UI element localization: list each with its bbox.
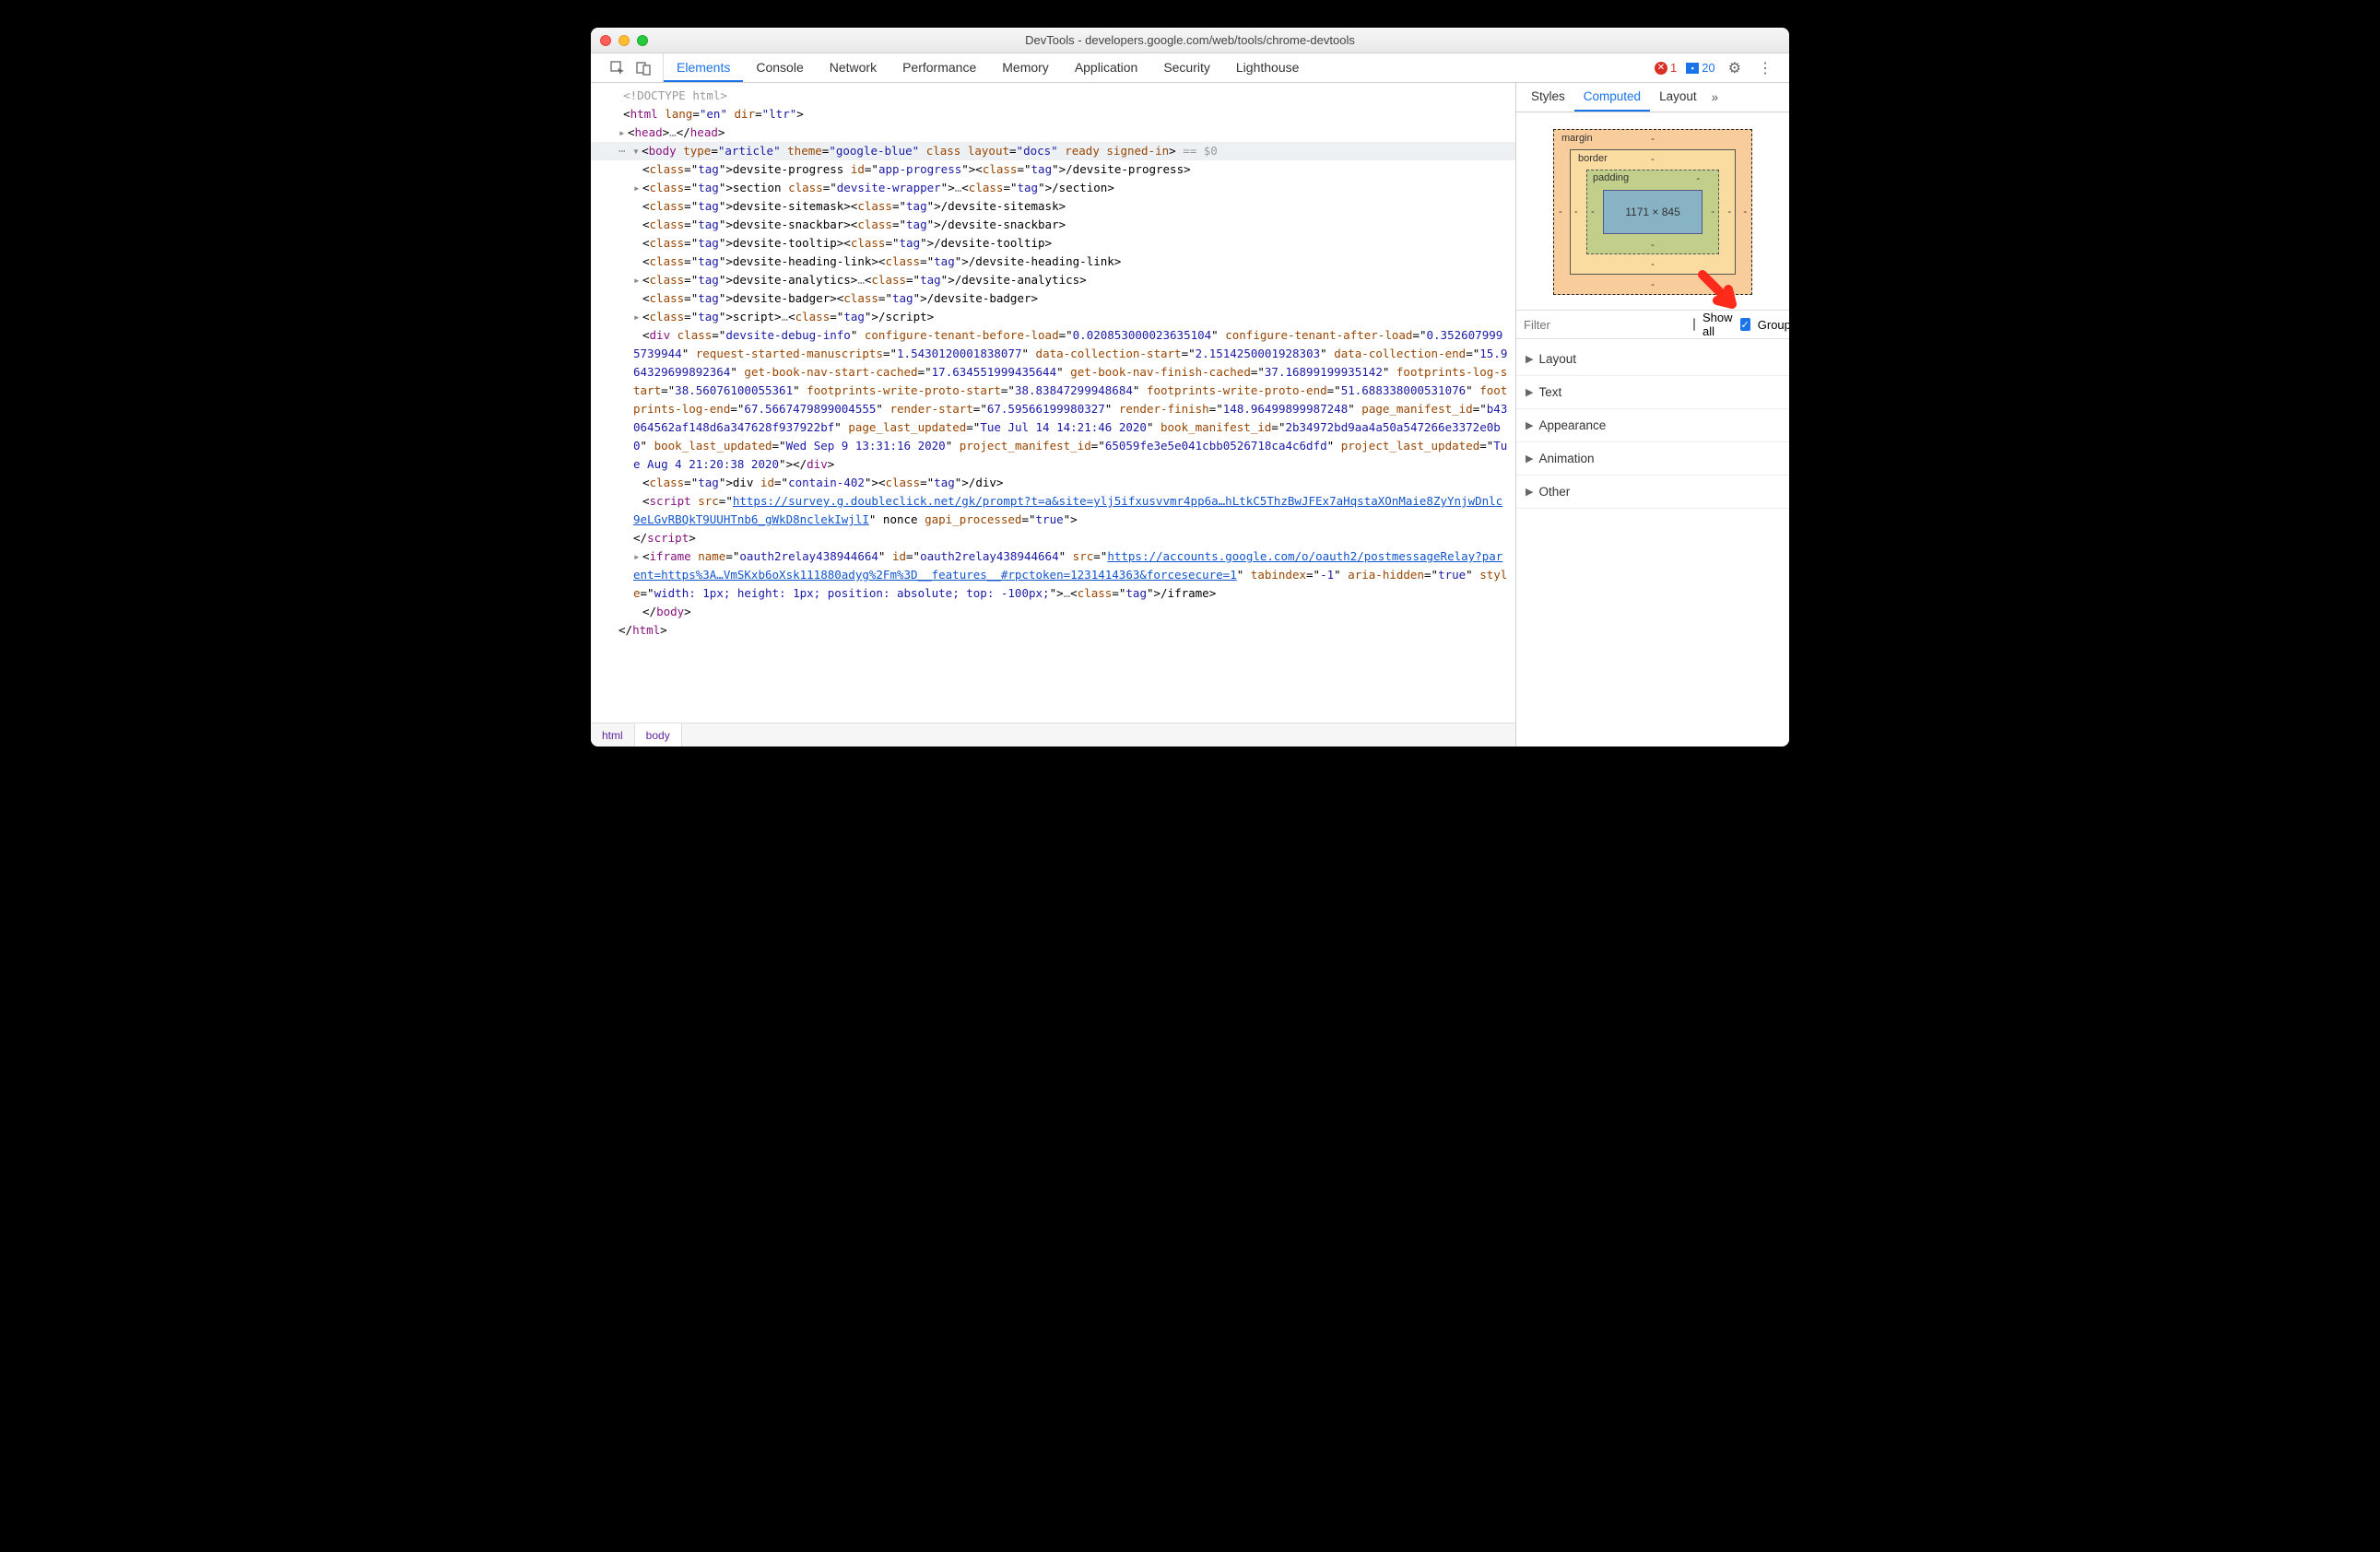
group-animation[interactable]: ▶Animation xyxy=(1516,442,1789,476)
chevron-right-icon: ▶ xyxy=(1526,453,1533,464)
devtools-window: DevTools - developers.google.com/web/too… xyxy=(591,28,1789,747)
maximize-icon[interactable] xyxy=(637,35,648,46)
dom-line[interactable]: </body> xyxy=(591,603,1515,621)
group-appearance[interactable]: ▶Appearance xyxy=(1516,409,1789,442)
dom-line[interactable]: ▸<head>…</head> xyxy=(591,123,1515,142)
content-area: <!DOCTYPE html> <html lang="en" dir="ltr… xyxy=(591,83,1789,747)
dom-line[interactable]: ▸<class="tag">section class="devsite-wra… xyxy=(591,179,1515,197)
chevron-right-icon: ▶ xyxy=(1526,419,1533,431)
box-model: margin - - - - border - - - - paddin xyxy=(1516,112,1789,310)
elements-panel: <!DOCTYPE html> <html lang="en" dir="ltr… xyxy=(591,83,1516,747)
group-label: Group xyxy=(1758,318,1789,332)
chevron-right-icon: ▶ xyxy=(1526,386,1533,398)
show-all-label: Show all xyxy=(1703,311,1733,338)
inspect-icon[interactable] xyxy=(609,60,626,76)
group-other[interactable]: ▶Other xyxy=(1516,476,1789,509)
dom-line[interactable]: <class="tag">devsite-sitemask><class="ta… xyxy=(591,197,1515,216)
dom-line[interactable]: <class="tag">devsite-snackbar><class="ta… xyxy=(591,216,1515,234)
tab-console[interactable]: Console xyxy=(743,53,816,82)
side-tab-styles[interactable]: Styles xyxy=(1522,83,1574,112)
tab-lighthouse[interactable]: Lighthouse xyxy=(1223,53,1313,82)
tab-memory[interactable]: Memory xyxy=(989,53,1062,82)
error-count[interactable]: ✕ 1 xyxy=(1655,61,1677,75)
show-all-checkbox[interactable] xyxy=(1693,318,1695,331)
dom-tree[interactable]: <!DOCTYPE html> <html lang="en" dir="ltr… xyxy=(591,83,1515,723)
tab-elements[interactable]: Elements xyxy=(664,53,743,82)
window-title: DevTools - developers.google.com/web/too… xyxy=(591,33,1789,47)
side-tab-computed[interactable]: Computed xyxy=(1574,83,1650,112)
titlebar: DevTools - developers.google.com/web/too… xyxy=(591,28,1789,53)
filter-row: Show all ✓ Group xyxy=(1516,310,1789,339)
close-icon[interactable] xyxy=(600,35,611,46)
more-tabs-icon[interactable]: » xyxy=(1706,83,1725,112)
settings-icon[interactable]: ⚙ xyxy=(1725,59,1745,77)
tab-security[interactable]: Security xyxy=(1150,53,1223,82)
dom-line[interactable]: ▸<class="tag">devsite-analytics>…<class=… xyxy=(591,271,1515,289)
dom-line[interactable]: ▸<class="tag">script>…<class="tag">/scri… xyxy=(591,308,1515,326)
side-tabs: StylesComputedLayout» xyxy=(1516,83,1789,112)
computed-groups: ▶Layout▶Text▶Appearance▶Animation▶Other xyxy=(1516,339,1789,512)
filter-input[interactable] xyxy=(1524,318,1686,332)
main-tabs: ElementsConsoleNetworkPerformanceMemoryA… xyxy=(664,53,1312,82)
dom-line[interactable]: <html lang="en" dir="ltr"> xyxy=(591,105,1515,123)
tab-performance[interactable]: Performance xyxy=(890,53,989,82)
group-text[interactable]: ▶Text xyxy=(1516,376,1789,409)
traffic-lights xyxy=(600,35,648,46)
chevron-right-icon: ▶ xyxy=(1526,486,1533,498)
side-tab-layout[interactable]: Layout xyxy=(1650,83,1706,112)
main-toolbar: ElementsConsoleNetworkPerformanceMemoryA… xyxy=(591,53,1789,83)
styles-sidebar: StylesComputedLayout» margin - - - - bor… xyxy=(1516,83,1789,747)
dom-line[interactable]: <script src="https://survey.g.doubleclic… xyxy=(591,492,1515,547)
tab-application[interactable]: Application xyxy=(1062,53,1151,82)
minimize-icon[interactable] xyxy=(619,35,630,46)
bm-content[interactable]: 1171 × 845 xyxy=(1603,190,1703,234)
dom-line[interactable]: ▸<iframe name="oauth2relay438944664" id=… xyxy=(591,547,1515,603)
dom-line[interactable]: <class="tag">devsite-badger><class="tag"… xyxy=(591,289,1515,308)
crumb-body[interactable]: body xyxy=(635,723,682,747)
dom-line[interactable]: </html> xyxy=(591,621,1515,640)
dom-line[interactable]: <div class="devsite-debug-info" configur… xyxy=(591,326,1515,474)
group-checkbox[interactable]: ✓ xyxy=(1740,318,1750,331)
error-icon: ✕ xyxy=(1655,62,1667,75)
dom-line[interactable]: <class="tag">devsite-tooltip><class="tag… xyxy=(591,234,1515,253)
kebab-icon[interactable]: ⋮ xyxy=(1754,59,1776,77)
message-count[interactable]: ▪ 20 xyxy=(1686,61,1714,75)
device-toggle-icon[interactable] xyxy=(635,60,652,76)
dom-line-selected[interactable]: ⋯ ▾<body type="article" theme="google-bl… xyxy=(591,142,1515,160)
breadcrumb: htmlbody xyxy=(591,723,1515,747)
chevron-right-icon: ▶ xyxy=(1526,353,1533,365)
dom-line[interactable]: <class="tag">div id="contain-402"><class… xyxy=(591,474,1515,492)
dom-line[interactable]: <!DOCTYPE html> xyxy=(591,87,1515,105)
tab-network[interactable]: Network xyxy=(817,53,890,82)
dom-line[interactable]: <class="tag">devsite-progress id="app-pr… xyxy=(591,160,1515,179)
dom-line[interactable]: <class="tag">devsite-heading-link><class… xyxy=(591,253,1515,271)
group-layout[interactable]: ▶Layout xyxy=(1516,343,1789,376)
message-icon: ▪ xyxy=(1686,63,1699,74)
crumb-html[interactable]: html xyxy=(591,723,635,747)
